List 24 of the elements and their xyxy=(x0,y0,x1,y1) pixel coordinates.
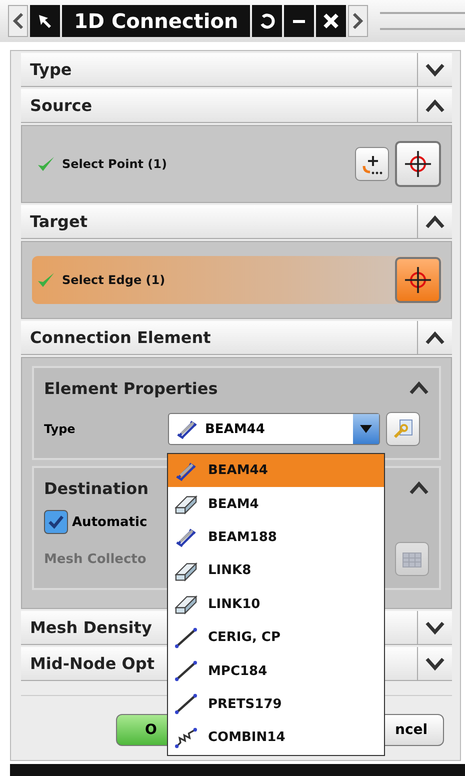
subpanel-title: Destination xyxy=(44,478,148,498)
window-title: 1D Connection xyxy=(62,5,250,37)
item-label: BEAM188 xyxy=(208,530,277,545)
section-title: Mid-Node Opt xyxy=(29,653,154,675)
checkbox-label: Automatic xyxy=(72,514,148,530)
item-label: COMBIN14 xyxy=(208,730,286,746)
item-label: LINK10 xyxy=(208,596,260,612)
section-title: Source xyxy=(29,95,92,117)
item-label: MPC184 xyxy=(208,664,268,679)
selection-label: Select Edge (1) xyxy=(62,273,166,287)
item-label: PRETS179 xyxy=(208,696,282,712)
type-value: BEAM44 xyxy=(205,422,265,436)
item-label: CERIG, CP xyxy=(208,630,280,646)
section-title: Mesh Density xyxy=(29,617,152,639)
subpanel-title: Element Properties xyxy=(44,378,218,398)
item-label: LINK8 xyxy=(208,563,252,578)
selection-label: Select Point (1) xyxy=(62,157,167,171)
mesh-collector-label: Mesh Collecto xyxy=(44,552,146,566)
section-title: Type xyxy=(29,59,72,81)
item-label: BEAM4 xyxy=(208,496,259,512)
section-title: Target xyxy=(29,211,88,233)
type-label: Type xyxy=(44,422,76,436)
section-title: Connection Element xyxy=(29,327,211,349)
item-label: BEAM44 xyxy=(208,463,268,478)
